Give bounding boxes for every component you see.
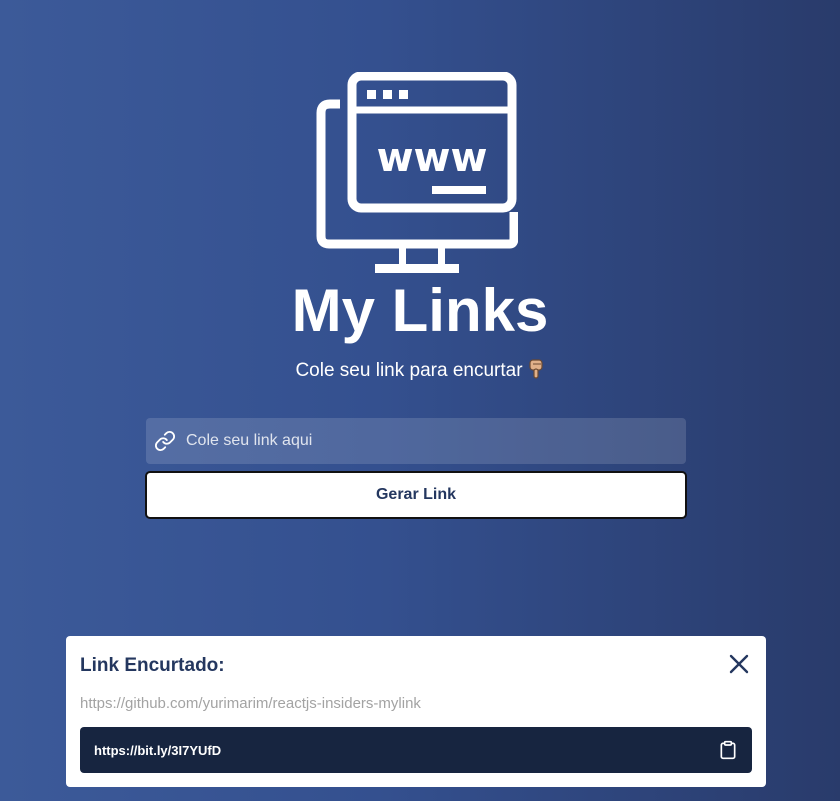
modal-title: Link Encurtado: bbox=[80, 655, 225, 676]
generate-link-button[interactable]: Gerar Link bbox=[145, 471, 687, 519]
page-title: My Links bbox=[291, 277, 549, 344]
www-monitor-icon: www bbox=[316, 72, 518, 273]
link-input[interactable] bbox=[184, 420, 686, 462]
original-url: https://github.com/yurimarim/reactjs-ins… bbox=[80, 695, 421, 712]
page-subtitle: Cole seu link para encurtar bbox=[0, 358, 840, 387]
link-icon bbox=[154, 430, 176, 452]
svg-text:www: www bbox=[377, 135, 488, 181]
pointing-down-hand-icon bbox=[528, 359, 545, 387]
short-url-box[interactable]: https://bit.ly/3I7YUfD bbox=[80, 727, 752, 773]
short-link-modal: Link Encurtado: https://github.com/yurim… bbox=[66, 636, 766, 787]
close-icon[interactable] bbox=[728, 653, 750, 675]
short-url: https://bit.ly/3I7YUfD bbox=[94, 742, 222, 758]
clipboard-icon[interactable] bbox=[718, 740, 738, 760]
link-input-group bbox=[146, 418, 686, 464]
subtitle-text: Cole seu link para encurtar bbox=[295, 360, 523, 381]
